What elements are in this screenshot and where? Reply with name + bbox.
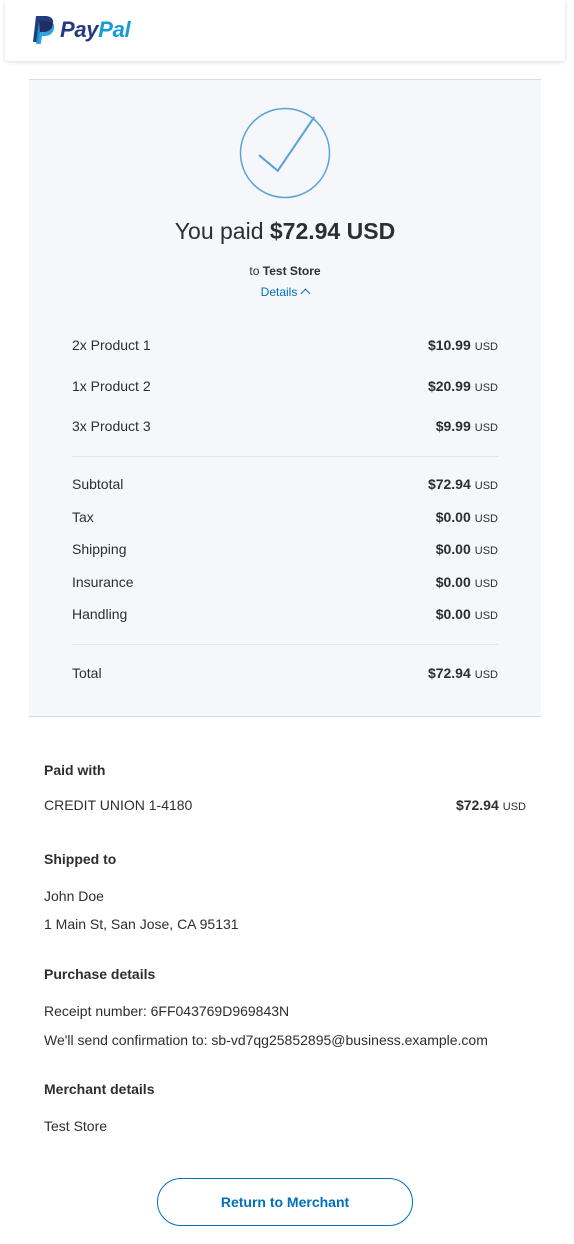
shipping-address: 1 Main St, San Jose, CA 95131 xyxy=(44,916,239,932)
total-row: Total $72.94 USD xyxy=(72,663,498,683)
payment-method-currency: USD xyxy=(502,801,526,813)
payee-store: Test Store xyxy=(262,264,321,278)
breakdown-amount: $0.00 xyxy=(435,509,471,525)
total-currency: USD xyxy=(474,669,498,681)
merchant-name: Test Store xyxy=(44,1118,108,1134)
line-item-amount: $20.99 xyxy=(427,378,471,394)
return-to-merchant-button[interactable]: Return to Merchant xyxy=(157,1178,413,1226)
divider xyxy=(72,644,498,645)
to-prefix: to xyxy=(249,264,260,278)
total-amount: $72.94 xyxy=(427,665,471,681)
line-item: 3x Product 3 $9.99 USD xyxy=(72,416,498,436)
line-item: 2x Product 1 $10.99 USD xyxy=(72,335,498,355)
paid-with-heading: Paid with xyxy=(44,762,106,778)
breakdown-amount: $0.00 xyxy=(435,541,471,557)
payment-method: CREDIT UNION 1-4180 xyxy=(44,797,193,813)
payment-method-row: CREDIT UNION 1-4180 $72.94 USD xyxy=(44,797,526,813)
breakdown-amount: $0.00 xyxy=(435,606,471,622)
merchant-details-heading: Merchant details xyxy=(44,1081,155,1097)
chevron-up-icon xyxy=(300,288,311,299)
purchase-details-heading: Purchase details xyxy=(44,966,156,982)
receipt-number: Receipt number: 6FF043769D969843N xyxy=(44,1003,290,1019)
checkmark-circle-icon xyxy=(239,107,331,199)
total-label: Total xyxy=(72,665,102,681)
breakdown-amount: $0.00 xyxy=(435,574,471,590)
payment-method-amount: $72.94 xyxy=(455,797,499,813)
shipping-name: John Doe xyxy=(44,888,104,904)
breakdown-currency: USD xyxy=(474,545,498,557)
breakdown-label: Insurance xyxy=(72,574,134,590)
breakdown-label: Handling xyxy=(72,606,128,622)
paid-prefix: You paid xyxy=(174,218,264,244)
divider xyxy=(72,456,498,457)
breakdown-currency: USD xyxy=(474,610,498,622)
details-label: Details xyxy=(260,285,298,299)
breakdown-label: Subtotal xyxy=(72,476,124,492)
insurance-row: Insurance $0.00 USD xyxy=(72,572,498,592)
breakdown-label: Tax xyxy=(72,509,94,525)
line-item-label: 2x Product 1 xyxy=(72,337,151,353)
paid-amount-headline: You paid $72.94 USD xyxy=(29,218,541,245)
paypal-logo-icon xyxy=(33,16,55,44)
header: PayPal xyxy=(5,0,565,61)
breakdown-currency: USD xyxy=(474,578,498,590)
line-item: 1x Product 2 $20.99 USD xyxy=(72,376,498,396)
shipping-row: Shipping $0.00 USD xyxy=(72,539,498,559)
line-item-label: 3x Product 3 xyxy=(72,418,151,434)
line-item-label: 1x Product 2 xyxy=(72,378,151,394)
tax-row: Tax $0.00 USD xyxy=(72,507,498,527)
payee-line: to Test Store xyxy=(29,264,541,278)
line-item-currency: USD xyxy=(474,422,498,434)
handling-row: Handling $0.00 USD xyxy=(72,604,498,624)
confirmation-email: We'll send confirmation to: sb-vd7qg2585… xyxy=(44,1032,488,1048)
breakdown-currency: USD xyxy=(474,513,498,525)
breakdown-amount: $72.94 xyxy=(427,476,471,492)
payment-summary-panel: You paid $72.94 USD to Test Store Detail… xyxy=(29,79,541,717)
line-item-currency: USD xyxy=(474,382,498,394)
subtotal-row: Subtotal $72.94 USD xyxy=(72,474,498,494)
line-item-amount: $9.99 xyxy=(435,418,471,434)
shipped-to-heading: Shipped to xyxy=(44,851,117,867)
paypal-logo[interactable]: PayPal xyxy=(30,14,131,46)
paid-amount: $72.94 USD xyxy=(269,218,396,244)
line-item-amount: $10.99 xyxy=(427,337,471,353)
paypal-wordmark: PayPal xyxy=(60,17,131,42)
breakdown-currency: USD xyxy=(474,480,498,492)
line-item-currency: USD xyxy=(474,341,498,353)
details-toggle[interactable]: Details xyxy=(29,285,541,299)
breakdown-label: Shipping xyxy=(72,541,127,557)
